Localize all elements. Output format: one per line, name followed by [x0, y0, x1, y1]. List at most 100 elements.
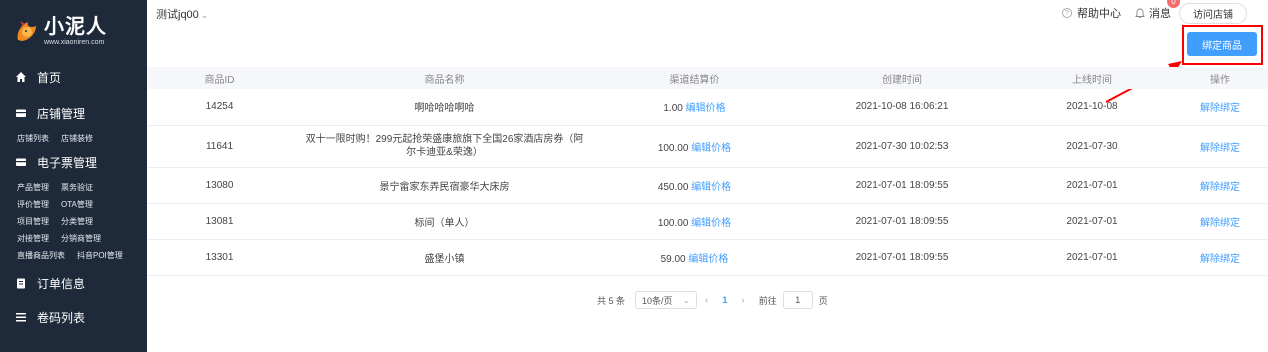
nav-coupon-list-label: 卷码列表	[37, 310, 86, 325]
shop-icon	[15, 107, 27, 119]
brand-name: 小泥人	[44, 15, 107, 38]
list-icon	[15, 311, 27, 323]
product-id: 14254	[147, 89, 292, 126]
product-name: 标间（单人）	[292, 203, 597, 240]
nav-ota-management[interactable]: OTA管理	[61, 199, 93, 210]
channel-price: 1.00	[663, 103, 683, 115]
bell-icon	[1135, 8, 1145, 19]
column-header: 创建时间	[792, 67, 1012, 89]
created-time: 2021-07-01 18:09:55	[792, 203, 1012, 240]
table-header-row: 商品ID 商品名称 渠道结算价 创建时间 上线时间 操作	[147, 67, 1268, 89]
messages-label: 消息	[1149, 8, 1171, 20]
product-id: 11641	[147, 125, 292, 168]
nav-order-info[interactable]: 订单信息	[0, 270, 147, 296]
help-center-link[interactable]: ? 帮助中心	[1062, 5, 1121, 21]
edit-price-link[interactable]: 编辑价格	[688, 254, 728, 265]
table-row: 13081 标间（单人） 100.00 编辑价格 2021-07-01 18:0…	[147, 203, 1268, 240]
goto-label: 前往	[758, 295, 777, 306]
nav-ticket-verification[interactable]: 票务验证	[61, 182, 93, 193]
logo[interactable]: 小泥人 www.xiaoniren.com	[0, 0, 147, 62]
nav-coupon-list[interactable]: 卷码列表	[0, 304, 147, 330]
page-number[interactable]: 1	[722, 295, 727, 305]
next-page-icon[interactable]: ›	[741, 295, 744, 306]
nav-shop-list[interactable]: 店铺列表	[17, 133, 49, 144]
product-name: 啊哈哈哈啊哈	[292, 89, 597, 126]
nav-shop-decoration[interactable]: 店铺装修	[61, 133, 93, 144]
nav-project-management[interactable]: 项目管理	[17, 216, 49, 227]
nav-ticket-subrow: 项目管理 分类管理	[0, 213, 147, 230]
page-suffix: 页	[818, 295, 828, 306]
unbind-link[interactable]: 解除绑定	[1200, 103, 1240, 114]
top-right-toolbar: ? 帮助中心 消息 0 访问店铺	[1062, 0, 1268, 24]
column-header: 商品名称	[292, 67, 597, 89]
edit-price-link[interactable]: 编辑价格	[691, 143, 731, 154]
total-count: 共 5 条	[597, 295, 626, 306]
shop-selector[interactable]: 测试jq00 ⌄	[156, 6, 208, 22]
unbind-link[interactable]: 解除绑定	[1200, 218, 1240, 229]
home-icon	[15, 71, 27, 83]
shop-name: 测试jq00	[156, 9, 199, 21]
unbind-link[interactable]: 解除绑定	[1200, 182, 1240, 193]
nav-live-products[interactable]: 直播商品列表	[17, 250, 65, 261]
clipboard-icon	[15, 277, 27, 289]
price-cell: 59.00 编辑价格	[597, 239, 792, 276]
channel-price: 450.00	[657, 181, 689, 193]
column-header: 渠道结算价	[597, 67, 792, 89]
product-name: 景宁畲家东弄民宿豪华大床房	[292, 167, 597, 204]
logo-mascot-icon	[14, 18, 40, 44]
nav-integration-management[interactable]: 对接管理	[17, 233, 49, 244]
product-id: 13081	[147, 203, 292, 240]
sidebar: 小泥人 www.xiaoniren.com 首页 店铺管理 店铺列表 店铺装修 …	[0, 0, 147, 352]
price-cell: 450.00 编辑价格	[597, 167, 792, 204]
price-cell: 1.00 编辑价格	[597, 89, 792, 126]
edit-price-link[interactable]: 编辑价格	[691, 218, 731, 229]
nav-ticket-subrow: 对接管理 分销商管理	[0, 230, 147, 247]
message-count-badge: 0	[1167, 0, 1180, 8]
unbind-link[interactable]: 解除绑定	[1200, 254, 1240, 265]
nav-douyin-poi[interactable]: 抖音POI管理	[77, 250, 123, 261]
nav-shop-management[interactable]: 店铺管理	[0, 100, 147, 126]
chevron-down-icon: ⌄	[682, 294, 691, 305]
online-time: 2021-07-01	[1012, 239, 1172, 276]
product-id: 13080	[147, 167, 292, 204]
product-name: 盛堡小镇	[292, 239, 597, 276]
nav-ticket-management-label: 电子票管理	[37, 155, 98, 170]
goto-page-input[interactable]: 1	[782, 291, 813, 309]
table-row: 13080 景宁畲家东弄民宿豪华大床房 450.00 编辑价格 2021-07-…	[147, 167, 1268, 204]
brand-url: www.xiaoniren.com	[44, 38, 105, 46]
nav-category-management[interactable]: 分类管理	[61, 216, 93, 227]
prev-page-icon[interactable]: ‹	[705, 295, 708, 306]
nav-ticket-subrow: 直播商品列表 抖音POI管理	[0, 247, 147, 264]
nav-home-label: 首页	[37, 70, 62, 85]
page-size-select[interactable]: 10条/页 ⌄	[635, 291, 698, 309]
bind-product-button[interactable]: 绑定商品	[1187, 32, 1257, 56]
nav-ticket-subrow: 评价管理 OTA管理	[0, 196, 147, 213]
online-time: 2021-07-30	[1012, 125, 1172, 168]
edit-price-link[interactable]: 编辑价格	[686, 103, 726, 114]
column-header: 操作	[1172, 67, 1268, 89]
nav-ticket-management[interactable]: 电子票管理	[0, 149, 147, 175]
created-time: 2021-07-30 10:02:53	[792, 125, 1012, 168]
table-row: 14254 啊哈哈哈啊哈 1.00 编辑价格 2021-10-08 16:06:…	[147, 89, 1268, 126]
nav-distributor-management[interactable]: 分销商管理	[61, 233, 101, 244]
help-center-label: 帮助中心	[1077, 8, 1121, 20]
created-time: 2021-10-08 16:06:21	[792, 89, 1012, 126]
unbind-link[interactable]: 解除绑定	[1200, 143, 1240, 154]
edit-price-link[interactable]: 编辑价格	[691, 182, 731, 193]
nav-home[interactable]: 首页	[0, 64, 147, 90]
messages-link[interactable]: 消息 0	[1135, 0, 1180, 21]
nav-order-info-label: 订单信息	[37, 276, 86, 291]
product-name: 双十一限时购！299元起抢荣盛康旅旗下全国26家酒店房券（阿尔卡迪亚&荣逸）	[292, 125, 597, 168]
online-time: 2021-10-08	[1012, 89, 1172, 126]
column-header: 商品ID	[147, 67, 292, 89]
created-time: 2021-07-01 18:09:55	[792, 239, 1012, 276]
table-row: 11641 双十一限时购！299元起抢荣盛康旅旗下全国26家酒店房券（阿尔卡迪亚…	[147, 125, 1268, 168]
column-header: 上线时间	[1012, 67, 1172, 89]
nav-product-management[interactable]: 产品管理	[17, 182, 49, 193]
page-size-value: 10条/页	[642, 295, 673, 306]
bound-products-table: 商品ID 商品名称 渠道结算价 创建时间 上线时间 操作 14254 啊哈哈哈啊…	[147, 67, 1268, 276]
visit-shop-button[interactable]: 访问店铺	[1179, 2, 1247, 24]
price-cell: 100.00 编辑价格	[597, 125, 792, 168]
nav-review-management[interactable]: 评价管理	[17, 199, 49, 210]
nav-ticket-subrow: 产品管理 票务验证	[0, 179, 147, 196]
